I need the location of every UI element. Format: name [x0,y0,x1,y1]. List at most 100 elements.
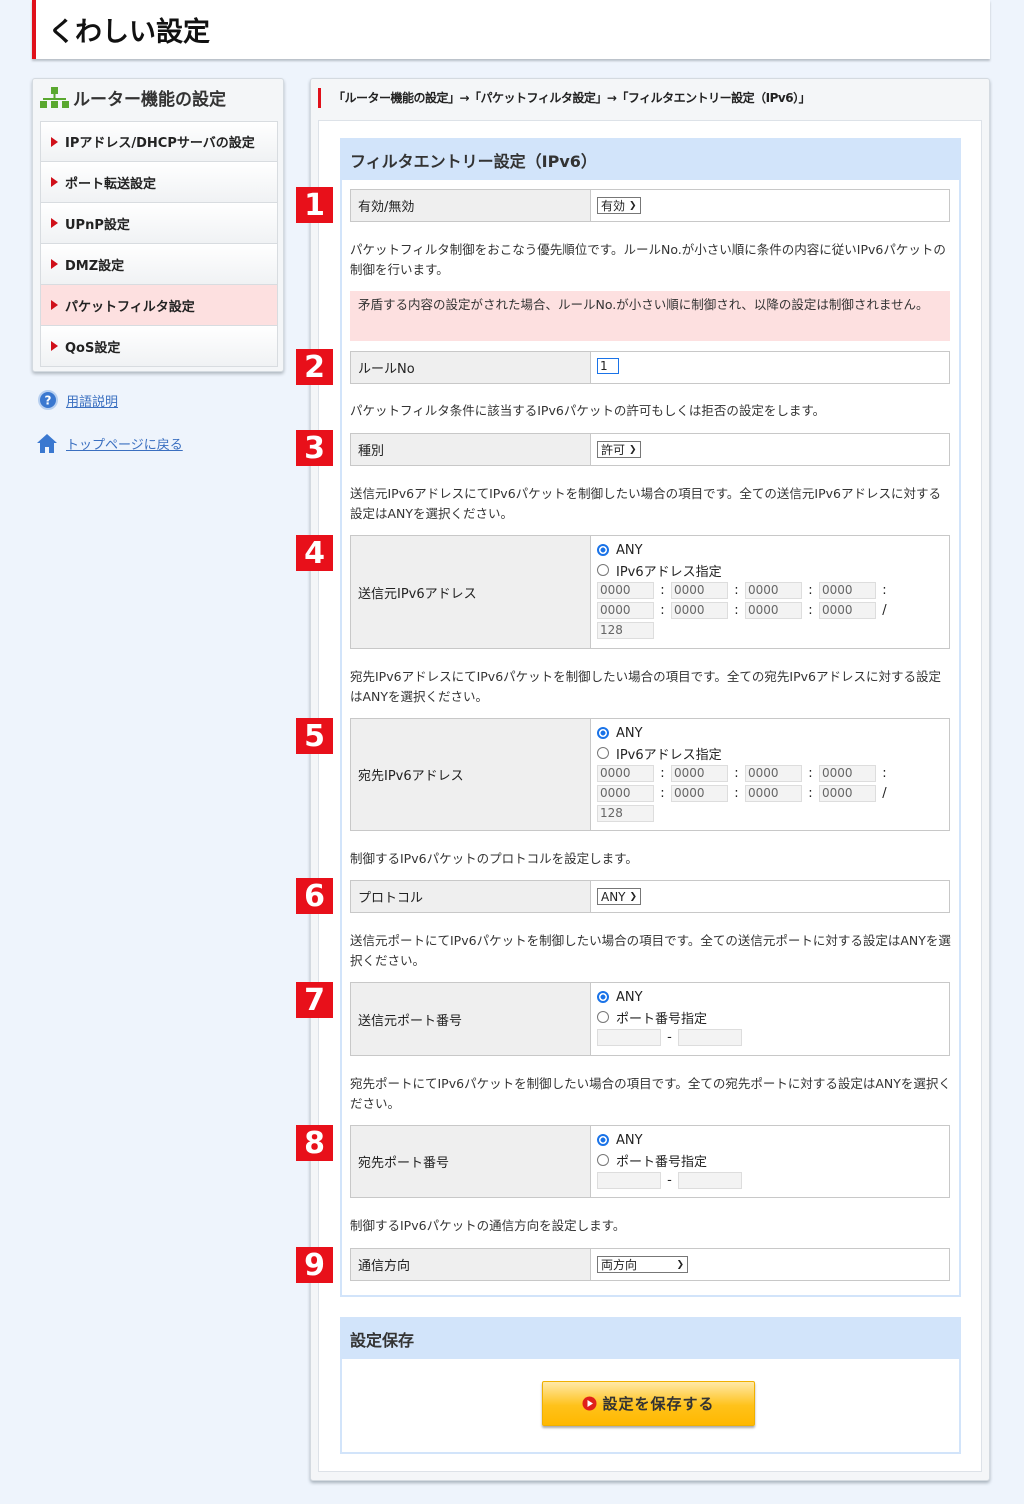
save-section-title: 設定保存 [342,1319,959,1359]
radio-unchecked[interactable] [597,564,609,576]
dport-any-radio[interactable]: ANY [597,1130,943,1150]
protocol-row: プロトコル ANY ❯ [350,880,950,913]
ip-field[interactable]: 0000 [597,784,654,802]
play-circle-icon [582,1396,597,1411]
port-to-input[interactable] [678,1171,742,1189]
ip-field[interactable]: 0000 [597,601,654,619]
rule-row: ルールNo 1 [350,351,950,384]
src-port-value: ANY ポート番号指定 - [591,983,949,1055]
radio-unchecked[interactable] [597,747,609,759]
dst-any-radio[interactable]: ANY [597,723,943,743]
dir-desc: 制御するIPv6パケットの通信方向を設定します。 [350,1218,626,1233]
protocol-value: ANY [601,889,626,904]
radio-label: ANY [616,1132,643,1148]
ip-field[interactable]: 0000 [671,581,728,599]
help-link[interactable]: ? 用語説明 [38,390,118,410]
save-button[interactable]: 設定を保存する [542,1381,755,1426]
arrow-icon [51,259,58,269]
ip-field[interactable]: 0000 [819,784,876,802]
sidebar-item-upnp[interactable]: UPnP設定 [40,203,278,244]
rule-no-input[interactable]: 1 [597,358,619,374]
network-icon [40,86,69,108]
ip-field[interactable]: 0000 [819,581,876,599]
arrow-icon [51,136,58,147]
page-header: くわしい設定 [32,0,990,59]
sidebar-item-qos[interactable]: QoS設定 [40,326,278,367]
step-badge: 7 [296,982,333,1018]
label: IPアドレス/DHCPサーバの設定 [65,136,255,151]
label: UPnP設定 [65,217,130,233]
radio-checked[interactable] [597,991,609,1003]
src-any-radio[interactable]: ANY [597,540,943,560]
step-badge: 8 [296,1125,333,1161]
home-link-text[interactable]: トップページに戻る [66,434,183,453]
dst-spec-radio[interactable]: IPv6アドレス指定 [597,743,943,763]
sport-desc: 送信元ポートにてIPv6パケットを制御したい場合の項目です。全ての送信元ポートに… [350,933,951,968]
prefix-field[interactable]: 128 [597,804,654,822]
sidebar-item-dmz[interactable]: DMZ設定 [40,244,278,285]
radio-unchecked[interactable] [597,1011,609,1023]
port-from-input[interactable] [597,1028,661,1046]
type-select[interactable]: 許可 ❯ [597,441,641,458]
protocol-select[interactable]: ANY ❯ [597,888,642,905]
proto-desc: 制御するIPv6パケットのプロトコルを設定します。 [350,851,638,866]
home-link[interactable]: トップページに戻る [36,432,183,454]
sport-any-radio[interactable]: ANY [597,987,943,1007]
enable-label: 有効/無効 [351,190,591,221]
radio-unchecked[interactable] [597,1154,609,1166]
ip-field[interactable]: 0000 [671,784,728,802]
port-from-input[interactable] [597,1171,661,1189]
dst-ip-label: 宛先IPv6アドレス [351,719,591,830]
dst-desc: 宛先IPv6アドレスにてIPv6パケットを制御したい場合の項目です。全ての宛先I… [350,669,941,704]
sport-spec-radio[interactable]: ポート番号指定 [597,1007,943,1027]
dst-ip-value: ANY IPv6アドレス指定 0000:0000:0000:0000: 0000… [591,719,949,830]
port-to-input[interactable] [678,1028,742,1046]
ip-field[interactable]: 0000 [745,581,802,599]
radio-checked[interactable] [597,544,609,556]
prefix-field[interactable]: 128 [597,621,654,639]
sidebar-item-ip-dhcp[interactable]: IPアドレス/DHCPサーバの設定 [40,121,278,162]
label: ポート転送設定 [65,176,157,192]
help-link-text[interactable]: 用語説明 [66,391,118,410]
src-spec-radio[interactable]: IPv6アドレス指定 [597,560,943,580]
sidebar-item-port-forward[interactable]: ポート転送設定 [40,162,278,203]
ip-field[interactable]: 0000 [745,764,802,782]
ip-field[interactable]: 0000 [597,764,654,782]
breadcrumb: 「ルーター機能の設定」→「パケットフィルタ設定」→「フィルタエントリー設定（IP… [318,88,811,108]
dst-port-label: 宛先ポート番号 [351,1126,591,1197]
step-badge: 9 [296,1247,333,1283]
direction-row: 通信方向 両方向 ❯ [350,1248,950,1281]
label: QoS設定 [65,340,121,356]
sidebar-item-packet-filter[interactable]: パケットフィルタ設定 [40,285,278,326]
ip-field[interactable]: 0000 [745,784,802,802]
dport-spec-radio[interactable]: ポート番号指定 [597,1150,943,1170]
rule-label: ルールNo [351,352,591,383]
radio-label: ANY [616,542,643,558]
ip-field[interactable]: 0000 [671,764,728,782]
radio-label: ANY [616,989,643,1005]
ip-field[interactable]: 0000 [671,601,728,619]
ip-field[interactable]: 0000 [819,764,876,782]
step-badge: 5 [296,718,333,754]
ip-field[interactable]: 0000 [597,581,654,599]
direction-select[interactable]: 両方向 ❯ [597,1256,688,1273]
arrow-icon [51,177,58,187]
step-badge: 3 [296,430,333,466]
radio-checked[interactable] [597,1134,609,1146]
enable-select[interactable]: 有効 ❯ [597,197,641,214]
label: パケットフィルタ設定 [65,299,195,315]
radio-checked[interactable] [597,727,609,739]
priority-desc: パケットフィルタ制御をおこなう優先順位です。ルールNo.が小さい順に条件の内容に… [350,242,946,277]
protocol-label: プロトコル [351,881,591,912]
ip-field[interactable]: 0000 [819,601,876,619]
ip-field[interactable]: 0000 [745,601,802,619]
warning-message: 矛盾する内容の設定がされた場合、ルールNo.が小さい順に制御され、以降の設定は制… [350,291,950,341]
chevron-down-icon: ❯ [629,444,637,455]
save-button-label: 設定を保存する [602,1395,715,1413]
home-icon [37,434,57,453]
step-badge: 6 [296,878,333,914]
sidebar-title: ルーター機能の設定 [39,85,226,110]
svg-text:?: ? [45,394,52,408]
chevron-down-icon: ❯ [629,200,637,211]
enable-value: 有効 [601,199,626,213]
